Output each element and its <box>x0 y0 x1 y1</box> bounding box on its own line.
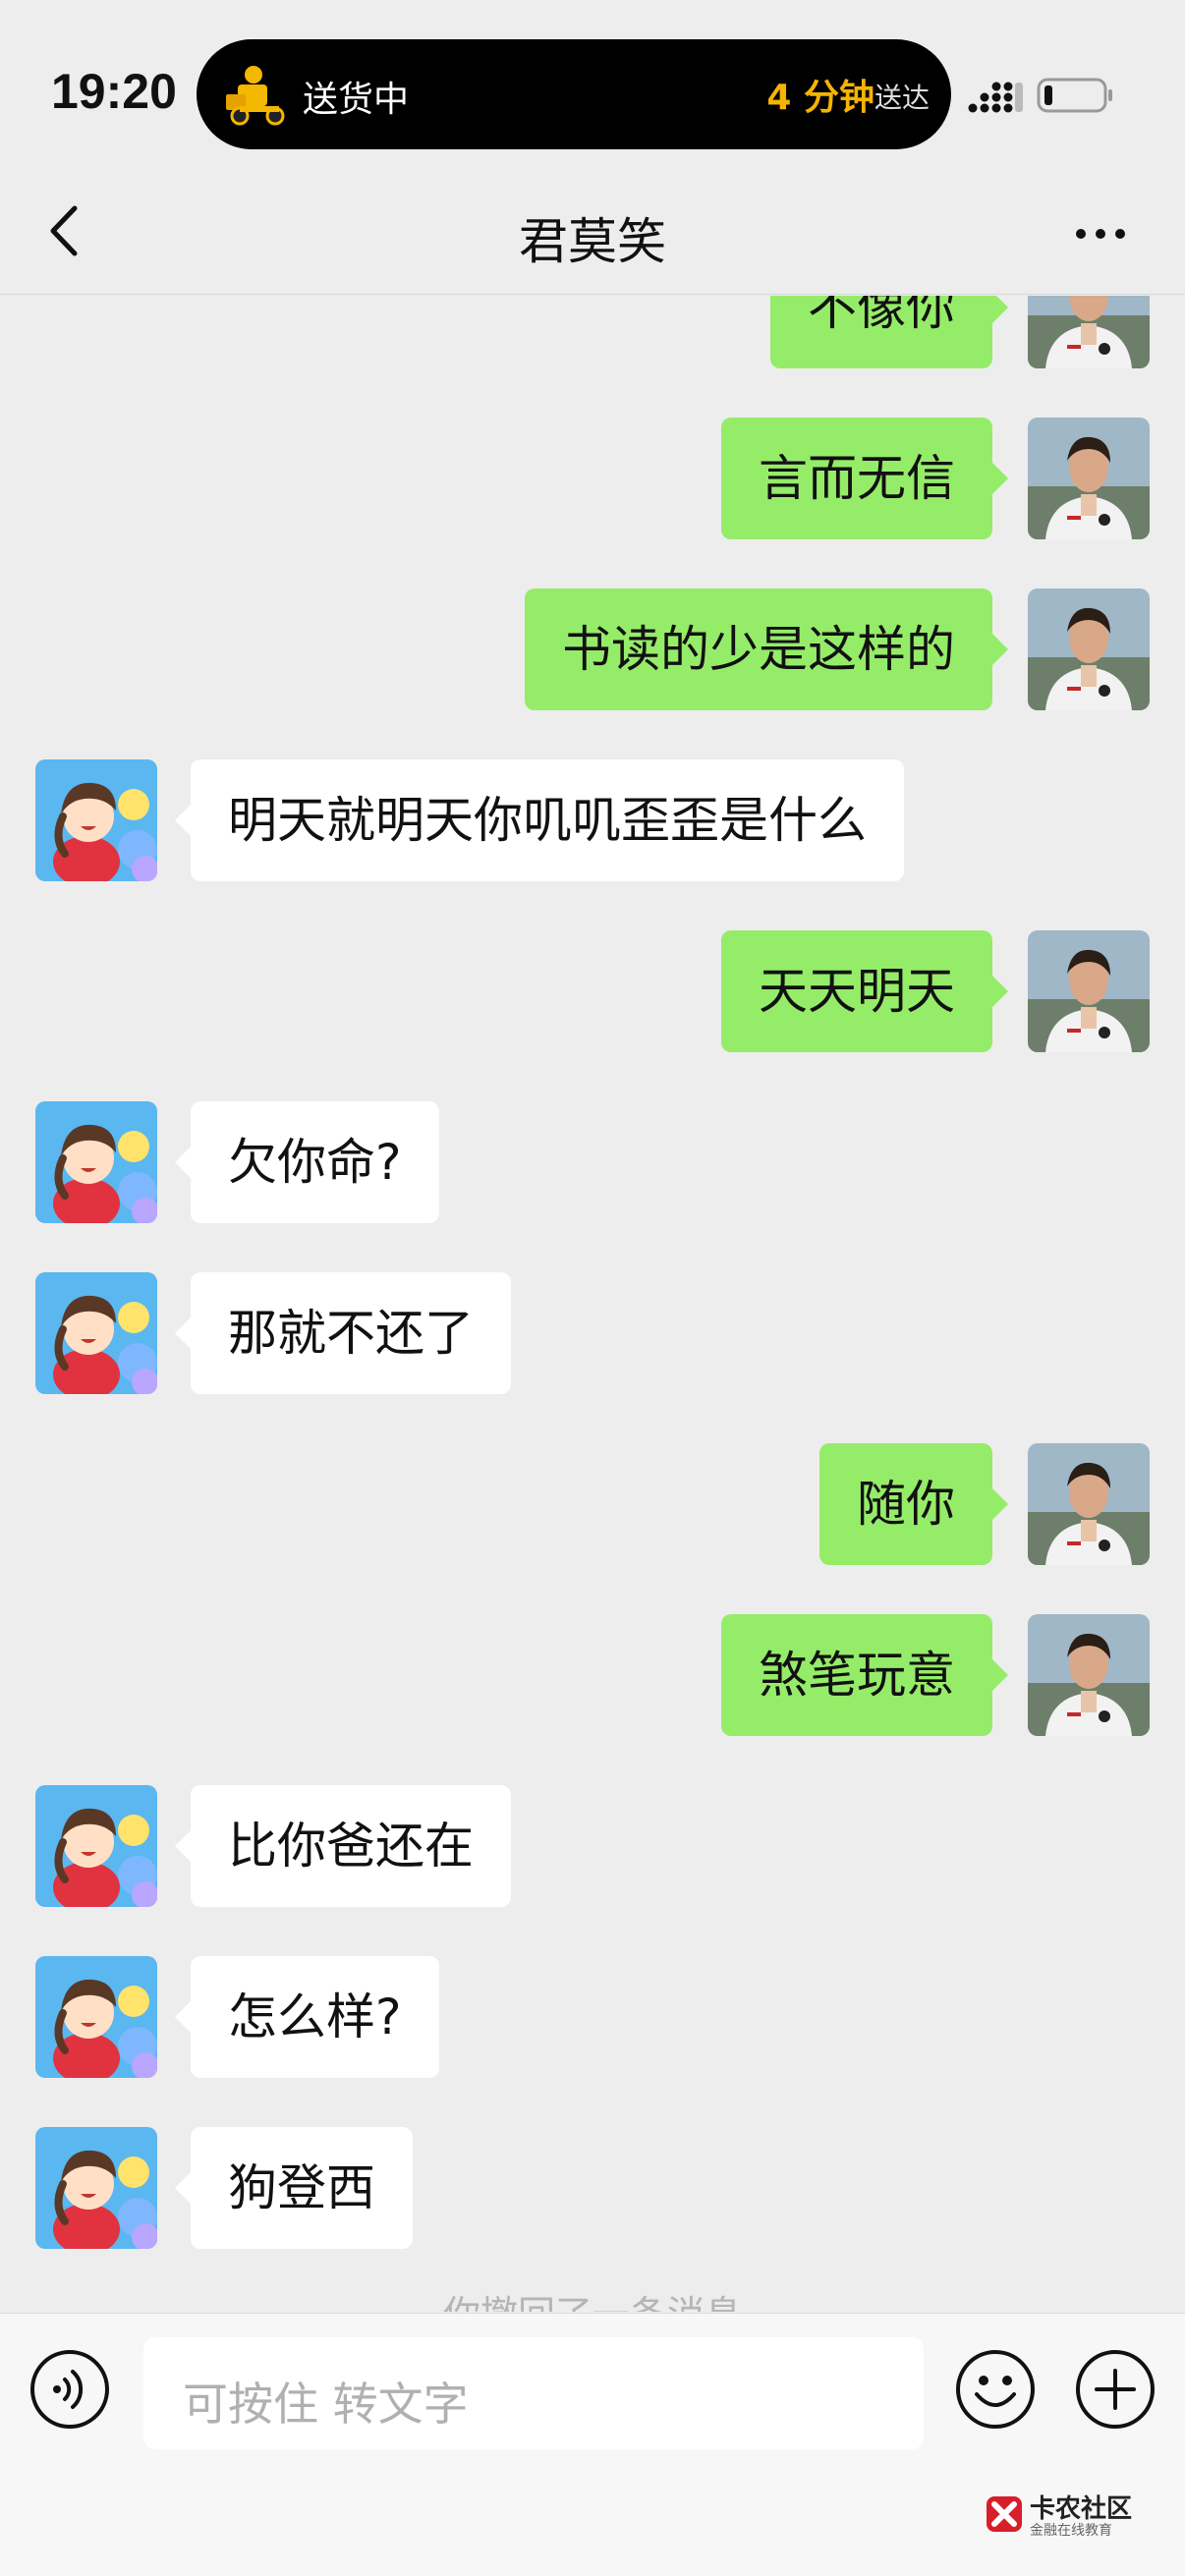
message-list[interactable]: 不像你言而无信书读的少是这样的明天就明天你叽叽歪歪是什么天天明天欠你命? 那就不还… <box>0 296 1185 2312</box>
watermark-logo-icon <box>987 2496 1022 2532</box>
delivery-eta-label: 送达 <box>874 82 930 114</box>
delivery-eta: 4 分钟 <box>766 78 875 118</box>
input-placeholder: 可按住 转文字 <box>183 2378 469 2431</box>
sent-message-bubble[interactable]: 不像你 <box>770 296 1008 368</box>
my-avatar[interactable] <box>1028 930 1150 1052</box>
sent-message-bubble[interactable]: 言而无信 <box>721 418 1008 539</box>
message-row: 随你 <box>0 1443 1185 1565</box>
my-avatar[interactable] <box>1028 418 1150 539</box>
sent-message-bubble[interactable]: 天天明天 <box>721 930 1008 1052</box>
community-watermark: 卡农社区 金融在线教育 <box>983 2487 1140 2542</box>
delivery-rider-icon <box>226 66 285 126</box>
my-avatar[interactable] <box>1028 588 1150 710</box>
contact-avatar[interactable] <box>35 759 157 881</box>
signal-icon <box>968 82 1023 113</box>
sent-message-bubble[interactable]: 书读的少是这样的 <box>525 588 1008 710</box>
more-icon[interactable] <box>1071 214 1130 253</box>
my-avatar[interactable] <box>1028 1614 1150 1736</box>
message-row: 不像你 <box>0 296 1185 368</box>
emoji-icon[interactable] <box>955 2349 1036 2430</box>
message-row: 那就不还了 <box>0 1272 1185 1394</box>
battery-icon <box>1037 78 1112 113</box>
status-bar: 19:20 送货中 4 分钟 送达 <box>0 0 1185 167</box>
message-row: 狗登西 <box>0 2127 1185 2249</box>
plus-icon[interactable] <box>1075 2349 1156 2430</box>
message-input[interactable]: 可按住 转文字 <box>143 2337 924 2449</box>
message-row: 欠你命? <box>0 1101 1185 1223</box>
received-message-bubble[interactable]: 明天就明天你叽叽歪歪是什么 <box>175 759 904 881</box>
my-avatar[interactable] <box>1028 1443 1150 1565</box>
message-row: 煞笔玩意 <box>0 1614 1185 1736</box>
message-row: 书读的少是这样的 <box>0 588 1185 710</box>
message-row: 言而无信 <box>0 418 1185 539</box>
contact-avatar[interactable] <box>35 1956 157 2078</box>
message-row: 天天明天 <box>0 930 1185 1052</box>
my-avatar[interactable] <box>1028 296 1150 368</box>
message-row: 明天就明天你叽叽歪歪是什么 <box>0 759 1185 881</box>
delivery-live-activity[interactable]: 送货中 4 分钟 送达 <box>197 39 951 149</box>
received-message-bubble[interactable]: 怎么样? <box>175 1956 439 2078</box>
contact-avatar[interactable] <box>35 1101 157 1223</box>
voice-icon[interactable] <box>29 2349 110 2430</box>
message-row: 怎么样? <box>0 1956 1185 2078</box>
watermark-subtitle: 金融在线教育 <box>1030 2523 1112 2539</box>
contact-avatar[interactable] <box>35 1272 157 1394</box>
received-message-bubble[interactable]: 那就不还了 <box>175 1272 511 1394</box>
received-message-bubble[interactable]: 狗登西 <box>175 2127 413 2249</box>
sent-message-bubble[interactable]: 随你 <box>819 1443 1008 1565</box>
received-message-bubble[interactable]: 欠你命? <box>175 1101 439 1223</box>
input-bar: 可按住 转文字 卡农社区 金融在线教育 <box>0 2313 1185 2576</box>
delivery-status: 送货中 <box>303 80 410 120</box>
contact-avatar[interactable] <box>35 1785 157 1907</box>
received-message-bubble[interactable]: 比你爸还在 <box>175 1785 511 1907</box>
chat-title: 君莫笑 <box>519 213 666 270</box>
sent-message-bubble[interactable]: 煞笔玩意 <box>721 1614 1008 1736</box>
recall-notice: 你撤回了一条消息 <box>0 2284 1185 2312</box>
message-row: 比你爸还在 <box>0 1785 1185 1907</box>
contact-avatar[interactable] <box>35 2127 157 2249</box>
chat-header: 君莫笑 <box>0 167 1185 295</box>
status-time: 19:20 <box>51 64 177 119</box>
